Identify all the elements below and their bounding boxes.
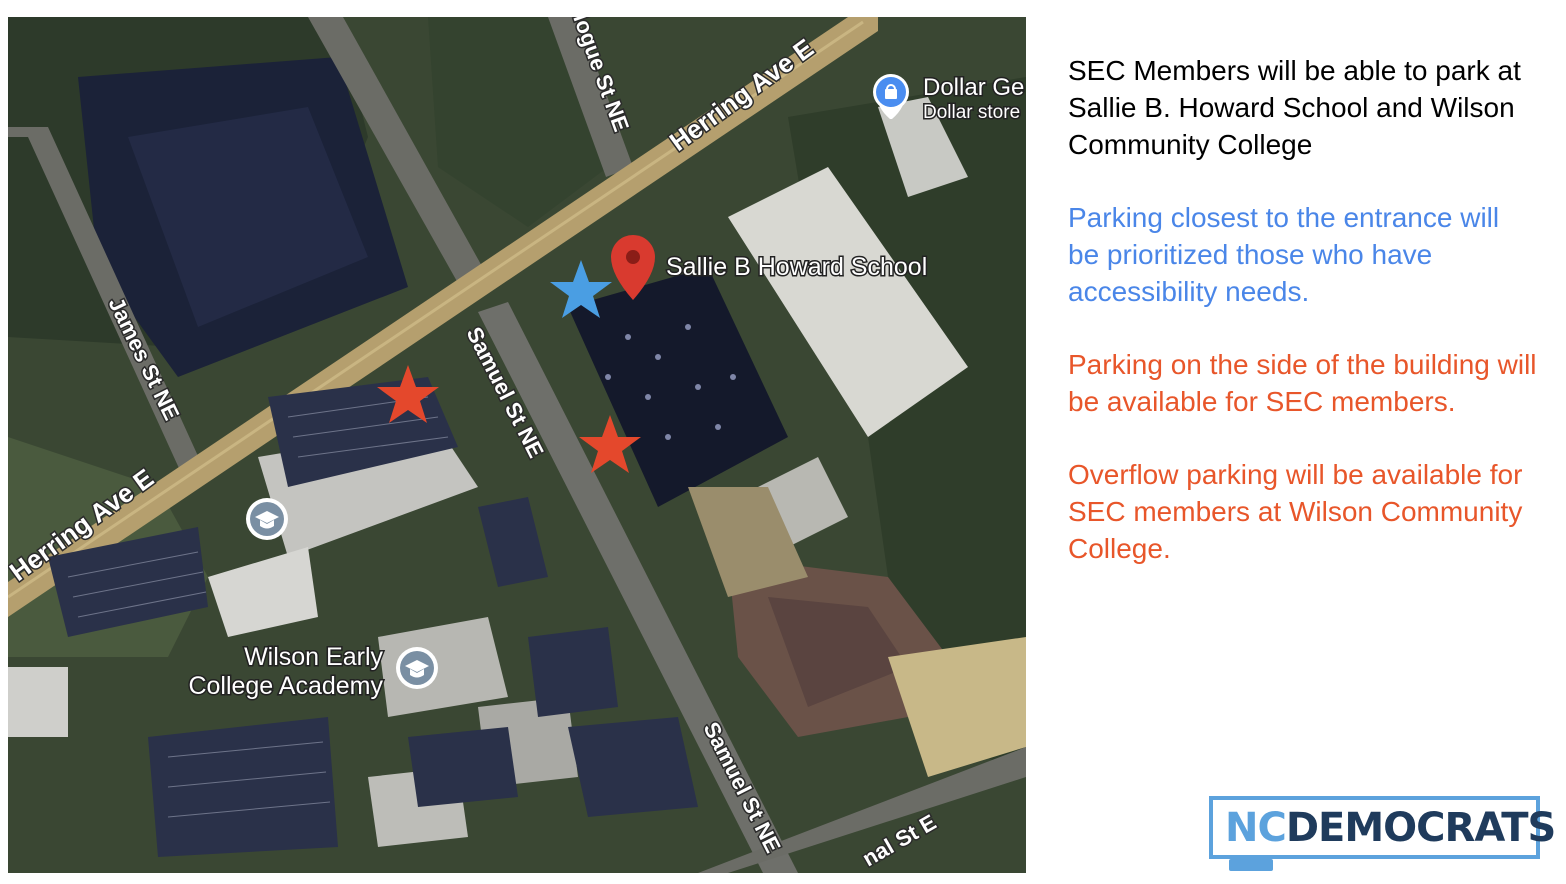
- nc-democrats-logo: NC DEMOCRATS: [1209, 796, 1556, 871]
- satellite-map[interactable]: Herring Ave E Herring Ave E James St NE …: [8, 17, 1026, 873]
- wilson-early-college-label-1: Wilson Early: [244, 643, 383, 671]
- sallie-school-label: Sallie B Howard School: [666, 253, 927, 281]
- accessibility-note: Parking closest to the entrance will be …: [1068, 202, 1500, 307]
- map-canvas: Herring Ave E Herring Ave E James St NE …: [8, 17, 1026, 873]
- wilson-early-college-label-2: College Academy: [188, 672, 383, 700]
- overflow-note: Overflow parking will be available for S…: [1068, 459, 1523, 564]
- logo-nc: NC: [1225, 804, 1287, 851]
- graduation-cap-icon[interactable]: [246, 498, 288, 540]
- graduation-cap-icon[interactable]: [396, 647, 438, 689]
- side-parking-note: Parking on the side of the building will…: [1068, 349, 1537, 417]
- dollar-store-name: Dollar Ge: [923, 74, 1024, 101]
- intro-note: SEC Members will be able to park at Sall…: [1068, 55, 1521, 160]
- logo-democrats: DEMOCRATS: [1285, 804, 1556, 851]
- dollar-store-type: Dollar store: [923, 102, 1020, 123]
- nc-state-shape-icon: [1229, 859, 1273, 871]
- parking-notes: SEC Members will be able to park at Sall…: [1068, 52, 1538, 603]
